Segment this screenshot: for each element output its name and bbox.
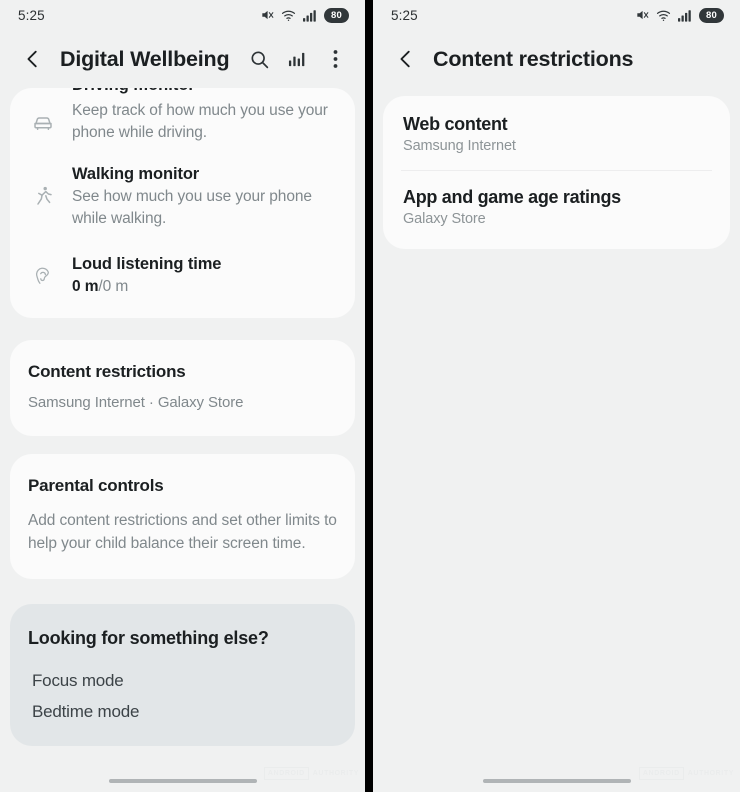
stats-icon[interactable] [285,47,309,71]
driving-monitor-title-clipped: Driving monitor [72,88,195,95]
list-item-app-game-age-ratings[interactable]: App and game age ratings Galaxy Store [383,171,730,249]
content-restrictions-card[interactable]: Content restrictions Samsung Internet · … [10,340,355,436]
walking-monitor-title: Walking monitor [72,165,200,183]
signal-icon [303,9,317,22]
parental-controls-title: Parental controls [28,476,164,495]
home-indicator-right[interactable] [482,779,631,783]
scroll-body-right[interactable]: Web content Samsung Internet App and gam… [373,96,740,249]
status-icons-right: 80 [635,7,724,23]
parental-controls-subtitle: Add content restrictions and set other l… [28,512,337,552]
left-phone-screen: 5:25 80 Digital Wellbeing Keep track of … [0,0,365,792]
home-indicator[interactable] [108,779,257,783]
wifi-icon [656,9,671,22]
back-icon[interactable] [393,46,419,72]
status-clock-right: 5:25 [391,7,418,23]
status-bar: 5:25 80 [0,0,365,30]
looking-for-something-else-card: Looking for something else? Focus mode B… [10,604,355,746]
link-focus-mode[interactable]: Focus mode [28,660,337,691]
monitors-card: Driving monitor Keep track of how much y… [10,88,355,318]
right-phone-screen: 5:25 80 Content restrictions Web content… [373,0,740,792]
link-bedtime-mode[interactable]: Bedtime mode [28,691,337,722]
panel-divider [365,0,373,792]
looking-for-section: Looking for something else? Focus mode B… [10,604,355,746]
list-item-walking-monitor[interactable]: Walking monitor See how much you use you… [10,148,355,236]
car-icon [28,100,58,144]
loud-listening-title: Loud listening time [72,255,222,273]
parental-controls-section: Parental controls Add content restrictio… [10,454,355,579]
app-game-age-ratings-subtitle: Galaxy Store [403,211,486,227]
list-item-driving-monitor[interactable]: Keep track of how much you use your phon… [10,100,355,148]
web-content-title: Web content [403,114,508,134]
back-icon[interactable] [20,46,46,72]
list-item-loud-listening-time[interactable]: Loud listening time 0 m/0 m [10,236,355,318]
list-item-web-content[interactable]: Web content Samsung Internet [383,96,730,170]
app-bar: Digital Wellbeing [0,30,365,88]
content-restrictions-section: Content restrictions Samsung Internet · … [10,340,355,436]
mute-icon [260,8,274,22]
web-content-subtitle: Samsung Internet [403,138,516,154]
page-title-right: Content restrictions [433,46,634,71]
status-icons: 80 [260,7,349,23]
content-restrictions-subtitle: Samsung Internet · Galaxy Store [28,394,244,411]
watermark-android: ANDROID [638,767,684,780]
looking-for-title: Looking for something else? [28,628,269,648]
navigation-area: ANDROID AUTHORITY [0,752,365,792]
app-bar-actions [241,47,351,71]
app-bar-right: Content restrictions [373,30,740,88]
battery-icon: 80 [324,7,349,23]
status-bar-right: 5:25 80 [373,0,740,30]
scroll-body[interactable]: Driving monitor Keep track of how much y… [0,88,365,746]
dual-screenshot-stage: 5:25 80 Digital Wellbeing Keep track of … [0,0,740,792]
watermark-right: ANDROID AUTHORITY [638,767,734,780]
walking-monitor-subtitle: See how much you use your phone while wa… [72,188,312,227]
navigation-area-right: ANDROID AUTHORITY [373,752,740,792]
mute-icon [635,8,649,22]
walking-monitor-text: Walking monitor See how much you use you… [58,162,337,230]
content-restrictions-title: Content restrictions [28,362,186,381]
loud-listening-text: Loud listening time 0 m/0 m [58,252,337,298]
watermark: ANDROID AUTHORITY [263,767,359,780]
watermark-authority: AUTHORITY [312,769,359,777]
walking-person-icon [28,162,58,230]
overflow-menu-icon[interactable] [323,47,347,71]
wifi-icon [281,9,296,22]
loud-listening-value-bold: 0 m [72,278,99,295]
loud-listening-value: 0 m/0 m [72,276,337,298]
loud-listening-value-rest: /0 m [98,278,129,295]
driving-monitor-text: Keep track of how much you use your phon… [58,100,337,144]
app-game-age-ratings-title: App and game age ratings [403,187,621,207]
parental-controls-card[interactable]: Parental controls Add content restrictio… [10,454,355,579]
battery-icon: 80 [699,7,724,23]
watermark-android: ANDROID [263,767,309,780]
search-icon[interactable] [247,47,271,71]
signal-icon [678,9,692,22]
status-clock: 5:25 [18,7,45,23]
driving-monitor-subtitle: Keep track of how much you use your phon… [72,102,328,141]
content-restrictions-list-card: Web content Samsung Internet App and gam… [383,96,730,249]
watermark-authority: AUTHORITY [687,769,734,777]
page-title: Digital Wellbeing [60,46,230,71]
ear-icon [28,252,58,298]
